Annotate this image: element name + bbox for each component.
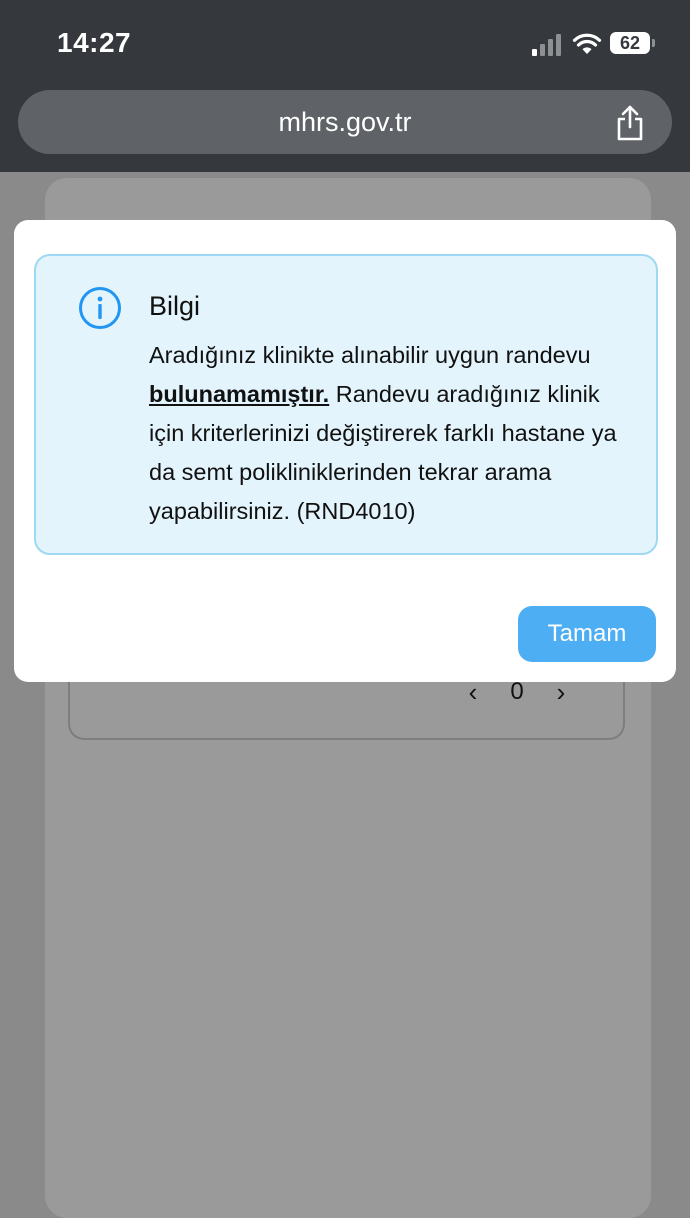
url-text[interactable]: mhrs.gov.tr	[18, 107, 672, 138]
browser-chrome: 14:27 62 mhrs.gov.tr	[0, 0, 690, 172]
cellular-signal-icon	[532, 34, 561, 56]
message-text-start: Aradığınız klinikte alınabilir uygun ran…	[149, 342, 591, 368]
ok-button[interactable]: Tamam	[518, 606, 656, 662]
address-bar[interactable]: mhrs.gov.tr	[18, 90, 672, 154]
battery-level: 62	[619, 32, 641, 53]
dialog-title: Bilgi	[149, 291, 201, 321]
message-emphasis: bulunamamıştır.	[149, 381, 330, 407]
wifi-icon	[572, 33, 602, 54]
info-icon	[79, 287, 121, 329]
dialog-message: Aradığınız klinikte alınabilir uygun ran…	[149, 336, 639, 531]
info-alert-box: Bilgi Aradığınız klinikte alınabilir uyg…	[34, 254, 658, 555]
battery-icon: 62	[610, 32, 655, 54]
status-time: 14:27	[57, 27, 132, 58]
share-icon[interactable]	[614, 104, 646, 142]
page-number: 0	[510, 678, 524, 705]
info-dialog: Bilgi Aradığınız klinikte alınabilir uyg…	[14, 220, 676, 682]
